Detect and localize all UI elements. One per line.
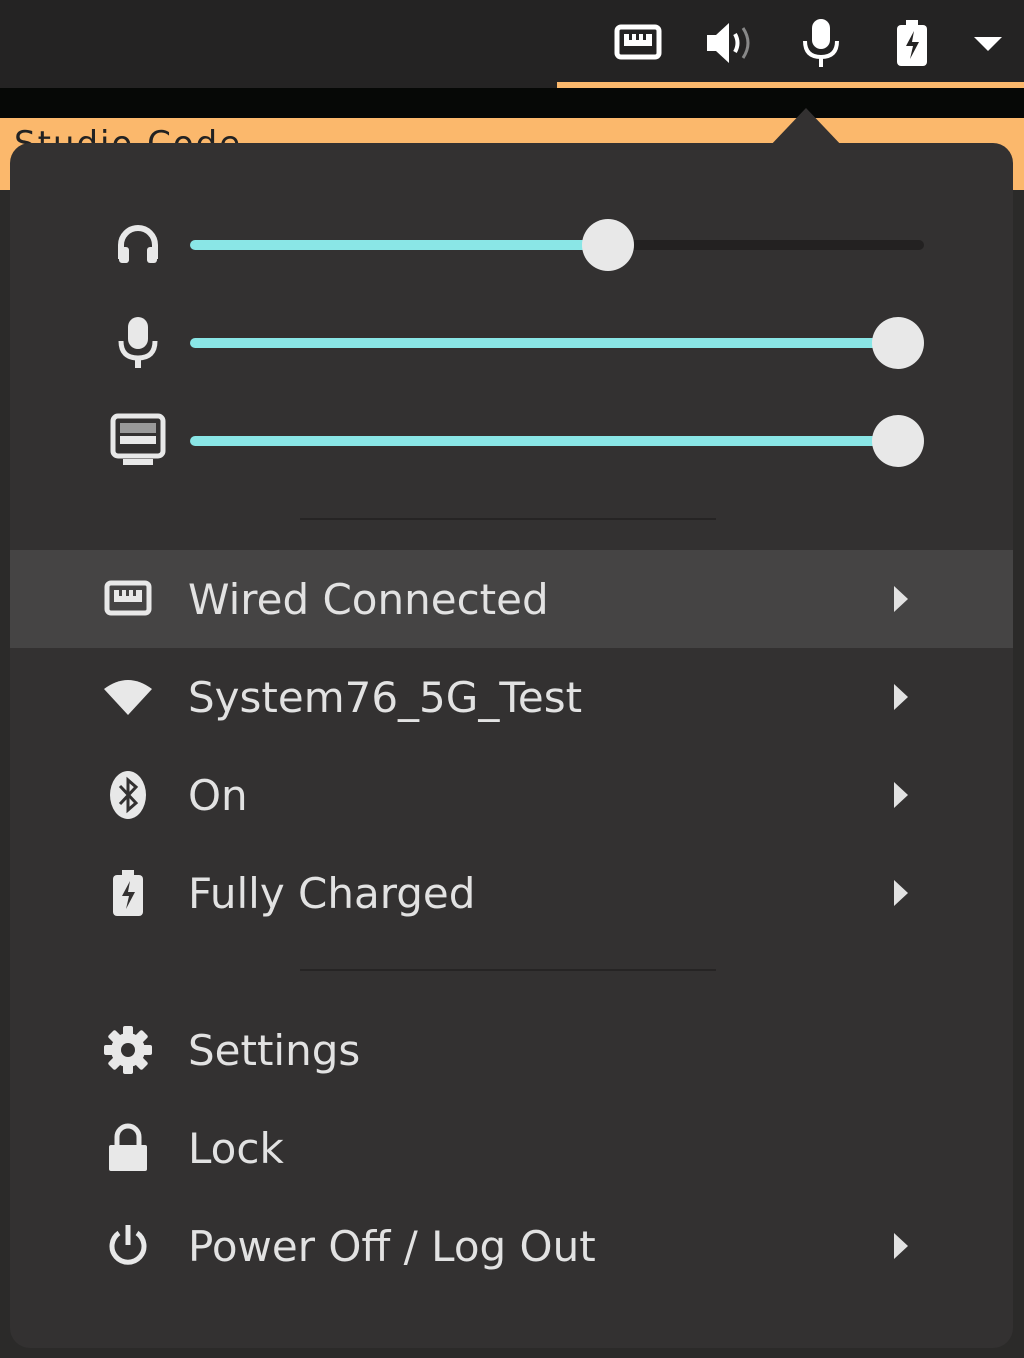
microphone-volume-slider[interactable] <box>190 317 925 369</box>
menu-item-lock[interactable]: Lock <box>10 1099 1013 1197</box>
slider-handle[interactable] <box>872 317 925 369</box>
menu-item-settings[interactable]: Settings <box>10 1001 1013 1099</box>
separator <box>300 518 716 520</box>
volume-icon[interactable] <box>702 18 760 68</box>
slider-fill <box>190 338 899 348</box>
menu-item-label: Settings <box>188 1025 361 1075</box>
battery-charging-icon <box>96 863 160 923</box>
display-icon <box>106 411 170 471</box>
menu-item-wired[interactable]: Wired Connected <box>10 550 1013 648</box>
menu-item-battery[interactable]: Fully Charged <box>10 844 1013 942</box>
chevron-right-icon <box>894 1233 908 1259</box>
ethernet-icon[interactable] <box>612 18 664 68</box>
slider-handle[interactable] <box>581 219 634 271</box>
separator <box>300 969 716 971</box>
chevron-right-icon <box>894 782 908 808</box>
slider-handle[interactable] <box>872 415 925 467</box>
menu-item-label: Fully Charged <box>188 868 476 918</box>
menu-item-label: Wired Connected <box>188 574 549 624</box>
bluetooth-icon <box>96 765 160 825</box>
headphones-icon <box>106 215 170 275</box>
menu-item-bluetooth[interactable]: On <box>10 746 1013 844</box>
popup-arrow <box>768 108 844 148</box>
slider-fill <box>190 240 608 250</box>
menu-item-label: Lock <box>188 1123 284 1173</box>
menu-item-label: System76_5G_Test <box>188 672 583 722</box>
ethernet-icon <box>96 569 160 629</box>
chevron-right-icon <box>894 684 908 710</box>
chevron-right-icon <box>894 586 908 612</box>
menu-item-power[interactable]: Power Off / Log Out <box>10 1197 1013 1295</box>
battery-charging-icon[interactable] <box>892 18 932 68</box>
menu-dropdown-icon[interactable] <box>968 18 1008 68</box>
menu-item-label: Power Off / Log Out <box>188 1221 596 1271</box>
system-menu-popup: Wired Connected System76_5G_Test On Full… <box>10 143 1013 1348</box>
lock-icon <box>96 1118 160 1178</box>
slider-fill <box>190 436 899 446</box>
power-icon <box>96 1216 160 1276</box>
menu-item-wifi[interactable]: System76_5G_Test <box>10 648 1013 746</box>
wifi-icon <box>96 667 160 727</box>
chevron-right-icon <box>894 880 908 906</box>
microphone-icon <box>106 313 170 373</box>
top-bar <box>0 0 1024 88</box>
display-brightness-slider[interactable] <box>190 415 925 467</box>
menu-item-label: On <box>188 770 248 820</box>
gear-icon <box>96 1020 160 1080</box>
microphone-icon[interactable] <box>798 18 844 68</box>
headphones-volume-slider[interactable] <box>190 219 924 271</box>
terminal-strip <box>0 88 1024 118</box>
